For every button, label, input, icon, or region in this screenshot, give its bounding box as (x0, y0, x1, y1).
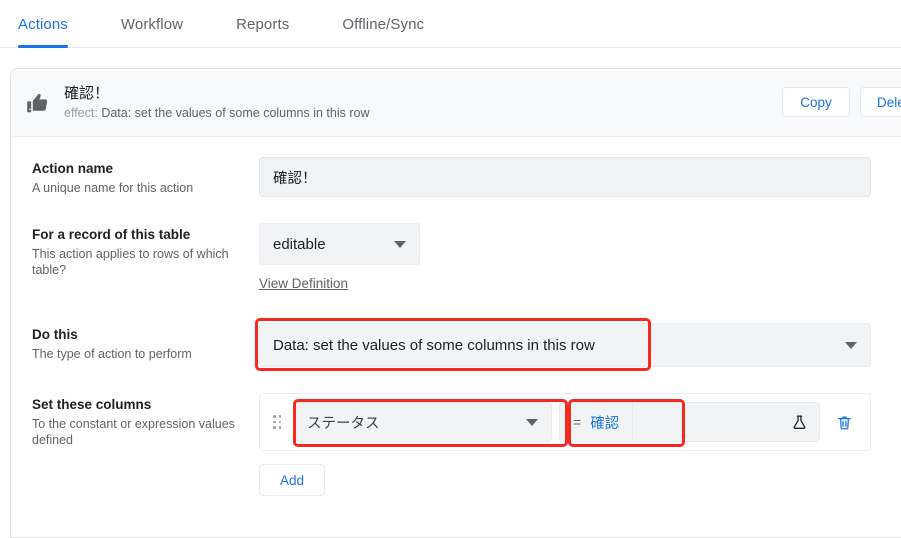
action-name-input[interactable]: 確認！ (259, 157, 871, 197)
expression-input-remainder[interactable] (633, 402, 820, 442)
tab-reports[interactable]: Reports (236, 0, 289, 33)
for-table-label: For a record of this table (32, 227, 191, 242)
action-card-header: 確認！ effect: Data: set the values of some… (11, 69, 901, 137)
column-assignment-card: ステータス = 確認 (259, 393, 871, 451)
field-for-table: For a record of this table This action a… (11, 197, 901, 293)
flask-icon[interactable] (791, 414, 808, 431)
delete-column-row-button[interactable] (826, 402, 862, 442)
add-column-button[interactable]: Add (259, 464, 325, 496)
action-effect: effect: Data: set the values of some col… (64, 105, 370, 121)
action-name-control: 確認！ (259, 157, 901, 197)
tab-workflow-label: Workflow (120, 16, 184, 33)
copy-button[interactable]: Copy (781, 87, 850, 117)
expression-value-field[interactable]: = 確認 (559, 402, 634, 442)
do-this-select[interactable]: Data: set the values of some columns in … (259, 323, 871, 367)
for-table-value: editable (273, 235, 326, 253)
for-table-description: This action applies to rows of which tab… (32, 247, 229, 277)
field-set-columns: Set these columns To the constant or exp… (11, 367, 901, 496)
action-name-label: Action name (32, 161, 114, 176)
action-name-description: A unique name for this action (32, 181, 194, 195)
column-select[interactable]: ステータス (293, 402, 552, 442)
column-select-value: ステータス (307, 415, 380, 432)
for-table-label-group: For a record of this table This action a… (32, 223, 259, 293)
delete-button[interactable]: Delete (859, 87, 901, 117)
do-this-label-group: Do this The type of action to perform (32, 323, 259, 367)
do-this-control: Data: set the values of some columns in … (255, 318, 901, 371)
tab-bar: Actions Workflow Reports Offline/Sync (0, 0, 901, 48)
do-this-label: Do this (32, 327, 78, 342)
set-columns-label-group: Set these columns To the constant or exp… (32, 393, 259, 496)
action-header-text: 確認！ effect: Data: set the values of some… (64, 84, 370, 121)
equals-sign: = (573, 414, 582, 430)
thumbs-up-icon (21, 86, 55, 120)
action-title: 確認！ (64, 85, 110, 102)
tab-offline-sync-label: Offline/Sync (342, 16, 425, 33)
tab-list: Actions Workflow Reports Offline/Sync (0, 0, 901, 48)
effect-label: effect: (64, 106, 98, 120)
chevron-down-icon (394, 240, 406, 248)
column-assignment-row: ステータス = 確認 (268, 399, 862, 447)
for-table-control: editable View Definition (259, 223, 901, 293)
field-do-this: Do this The type of action to perform Da… (11, 293, 901, 371)
set-columns-description: To the constant or expression values def… (32, 417, 235, 447)
tab-actions[interactable]: Actions (18, 0, 68, 48)
action-name-label-group: Action name A unique name for this actio… (32, 157, 259, 197)
header-action-buttons: Copy Delete (781, 87, 901, 117)
tab-active-underline (18, 45, 68, 48)
expression-value: 確認 (590, 415, 620, 432)
for-table-select[interactable]: editable (259, 223, 420, 265)
effect-value: Data: set the values of some columns in … (101, 106, 370, 120)
tab-workflow[interactable]: Workflow (121, 0, 183, 33)
chevron-down-icon (845, 341, 857, 349)
chevron-down-icon (526, 418, 538, 426)
drag-handle-icon[interactable] (268, 415, 286, 429)
field-action-name: Action name A unique name for this actio… (11, 137, 901, 197)
do-this-description: The type of action to perform (32, 347, 192, 361)
set-columns-label: Set these columns (32, 397, 152, 412)
action-form: Action name A unique name for this actio… (11, 137, 901, 496)
tab-offline-sync[interactable]: Offline/Sync (342, 0, 424, 33)
set-columns-control: ステータス = 確認 Add (259, 393, 901, 496)
do-this-value: Data: set the values of some columns in … (273, 336, 595, 354)
tab-actions-label: Actions (18, 16, 68, 33)
action-detail-panel: 確認！ effect: Data: set the values of some… (10, 68, 901, 538)
tab-reports-label: Reports (236, 16, 290, 33)
view-definition-link[interactable]: View Definition (259, 276, 348, 291)
